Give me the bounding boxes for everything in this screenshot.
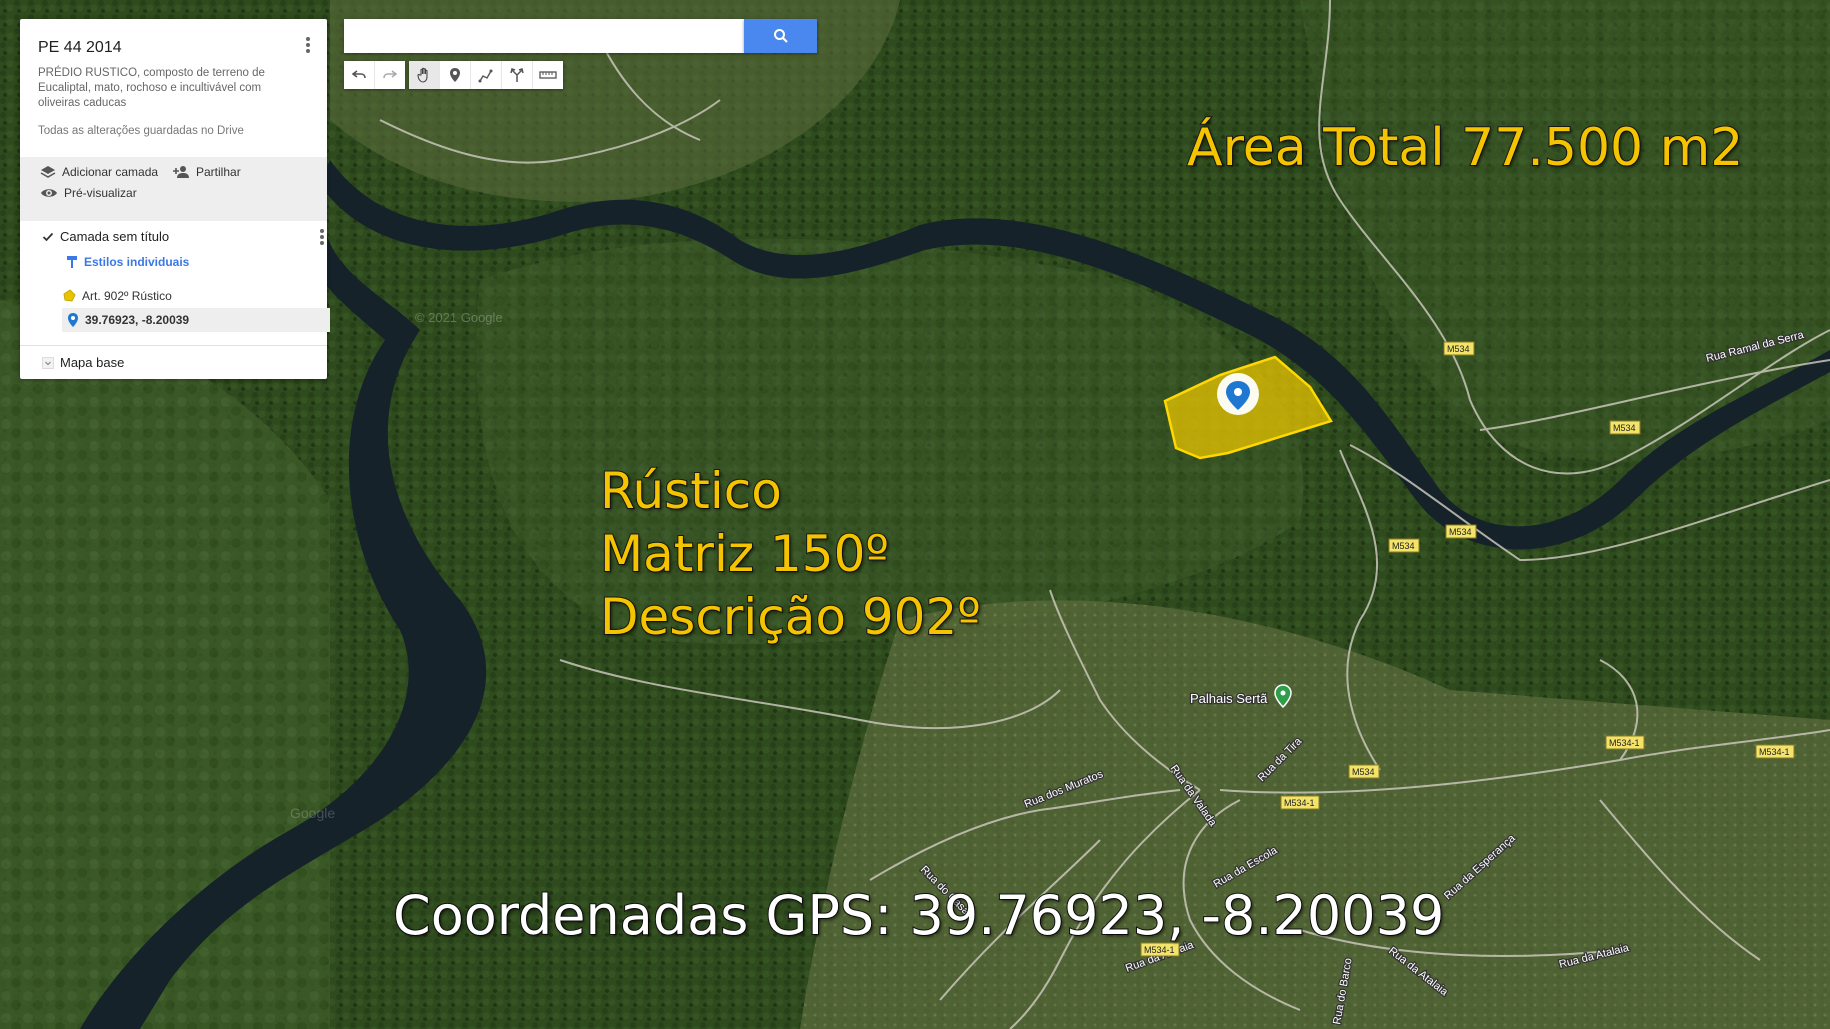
add-marker-button[interactable] [440, 61, 471, 89]
feature-polygon-label: Art. 902º Rústico [82, 289, 172, 303]
google-watermark: Google [290, 805, 335, 821]
add-layer-button[interactable]: Adicionar camada [40, 165, 158, 179]
map-layers-panel: PE 44 2014 PRÉDIO RUSTICO, composto de t… [20, 19, 330, 379]
draw-line-button[interactable] [471, 61, 502, 89]
search-icon [773, 29, 788, 43]
road-shield: M534 [1609, 420, 1641, 435]
undo-icon [352, 70, 366, 79]
gps-coordinates-label: Coordenadas GPS: 39.76923, -8.20039 [392, 883, 1445, 948]
undo-button[interactable] [344, 61, 375, 89]
layer-name[interactable]: Camada sem título [60, 229, 169, 244]
map-toolbar [344, 61, 567, 89]
add-layer-label: Adicionar camada [62, 165, 159, 179]
base-map-toggle[interactable]: Mapa base [42, 355, 124, 370]
map-description[interactable]: PRÉDIO RUSTICO, composto de terreno de E… [38, 66, 298, 111]
ruler-icon [539, 71, 557, 79]
map-options-kebab-icon[interactable] [298, 35, 318, 55]
preview-button[interactable]: Pré-visualizar [40, 186, 137, 200]
preview-label: Pré-visualizar [64, 186, 137, 200]
place-label[interactable]: Palhais Sertã [1189, 690, 1270, 708]
redo-icon [383, 70, 397, 79]
map-title[interactable]: PE 44 2014 [38, 39, 122, 57]
layer-header[interactable]: Camada sem título [42, 229, 169, 244]
layer-style-label: Estilos individuais [84, 255, 190, 269]
svg-text:M534-1: M534-1 [1609, 738, 1640, 748]
road-shield: M534 [1388, 538, 1420, 553]
svg-text:M534-1: M534-1 [1759, 747, 1790, 757]
search-button[interactable] [744, 19, 817, 53]
svg-text:M534: M534 [1449, 527, 1472, 537]
road-shield: M534 [1445, 524, 1477, 539]
panel-divider [20, 345, 327, 346]
svg-text:M534: M534 [1392, 541, 1415, 551]
svg-text:M534: M534 [1352, 767, 1375, 777]
road-shield: M534-1 [1605, 735, 1645, 750]
pan-tool-button[interactable] [409, 61, 440, 89]
road-shield: M534 [1348, 764, 1380, 779]
feature-marker-label: 39.76923, -8.20039 [85, 313, 190, 327]
descricao-label: Descrição 902º [599, 587, 982, 647]
polygon-icon [63, 289, 76, 302]
directions-button[interactable] [502, 61, 533, 89]
rustico-label: Rústico [599, 461, 783, 521]
add-marker-icon [450, 68, 460, 82]
directions-icon [510, 68, 524, 82]
marker-icon [68, 313, 78, 327]
road-shield: M534-1 [1755, 744, 1795, 759]
matriz-label: Matriz 150º [599, 524, 890, 584]
redo-button[interactable] [375, 61, 405, 89]
layer-options-kebab-icon[interactable] [312, 227, 332, 247]
ruler-button[interactable] [533, 61, 563, 89]
chevron-down-icon [42, 356, 54, 369]
base-map-label: Mapa base [60, 355, 125, 370]
feature-polygon-item[interactable]: Art. 902º Rústico [62, 284, 330, 308]
search-input[interactable] [344, 19, 744, 53]
svg-text:M534: M534 [1447, 344, 1470, 354]
layers-icon [40, 166, 56, 178]
road-shield: M534 [1443, 341, 1475, 356]
parcel-marker[interactable] [1217, 373, 1259, 415]
paint-roller-icon [67, 256, 77, 268]
eye-icon [41, 189, 57, 197]
add-person-icon [173, 166, 189, 178]
share-label: Partilhar [196, 165, 241, 179]
panel-actions: Adicionar camada Partilhar Pré-visualiza… [20, 157, 327, 221]
share-button[interactable]: Partilhar [172, 165, 241, 179]
svg-text:M534: M534 [1613, 423, 1636, 433]
draw-line-icon [478, 69, 493, 83]
feature-marker-item[interactable]: 39.76923, -8.20039 [62, 308, 330, 332]
save-status: Todas as alterações guardadas no Drive [38, 125, 244, 137]
layer-style-link[interactable]: Estilos individuais [66, 255, 189, 269]
hand-icon [417, 67, 428, 83]
layer-checkbox-icon[interactable] [42, 231, 54, 243]
area-total-label: Área Total 77.500 m2 [1186, 117, 1744, 179]
road-shield: M534-1 [1280, 795, 1320, 810]
map-copyright: © 2021 Google [415, 310, 503, 325]
svg-text:M534-1: M534-1 [1284, 798, 1315, 808]
